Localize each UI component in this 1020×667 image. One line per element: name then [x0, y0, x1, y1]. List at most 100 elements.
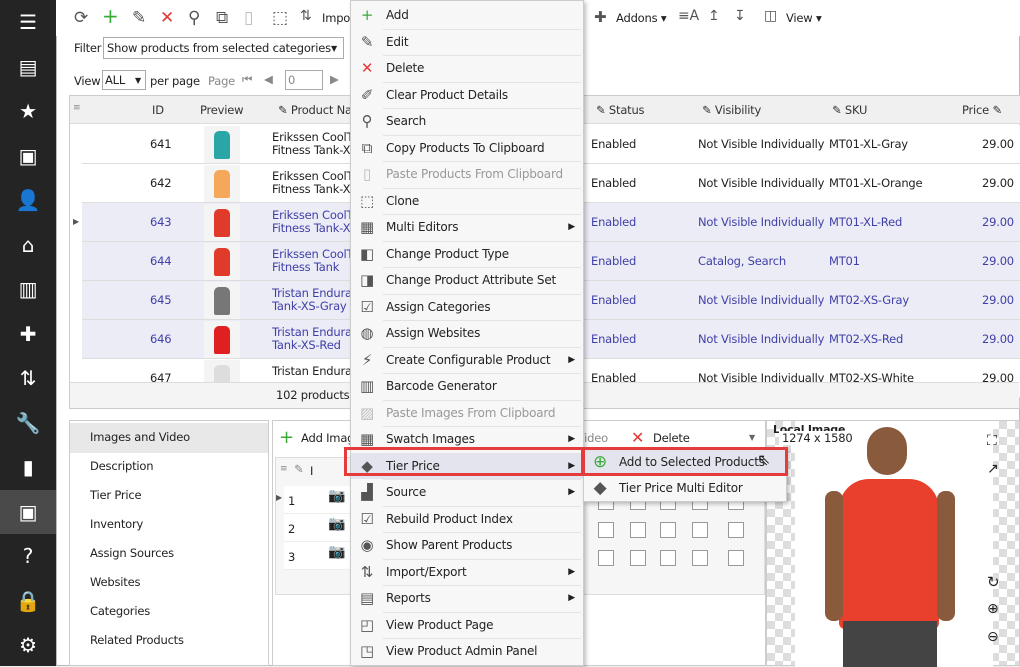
- column-price[interactable]: Price ✎: [962, 103, 1002, 117]
- slides-icon[interactable]: ▮: [14, 453, 42, 481]
- paste-icon[interactable]: ▯: [244, 8, 253, 28]
- menu-item-view-product-page[interactable]: ◰ View Product Page: [351, 612, 583, 638]
- details-item[interactable]: Assign Sources: [90, 546, 174, 560]
- archive-icon[interactable]: ▣: [14, 498, 42, 526]
- menu-item-change-product-attribute-set[interactable]: ◨ Change Product Attribute Set: [351, 267, 583, 293]
- role-checkbox[interactable]: [728, 550, 744, 566]
- delete-image-button[interactable]: Delete: [653, 431, 690, 445]
- house-icon[interactable]: ⌂: [14, 231, 42, 259]
- details-item[interactable]: Images and Video: [90, 430, 190, 444]
- menu-item-rebuild-product-index[interactable]: ☑ Rebuild Product Index: [351, 506, 583, 532]
- menu-item-reports[interactable]: ▤ Reports ▶: [351, 585, 583, 611]
- per-page-select[interactable]: ALL ▼: [102, 70, 146, 90]
- role-checkbox[interactable]: [630, 550, 646, 566]
- role-checkbox[interactable]: [692, 522, 708, 538]
- menu-item-copy-products-to-clipboard[interactable]: ⧉ Copy Products To Clipboard: [351, 135, 583, 161]
- menu-item-clear-product-details[interactable]: ✐ Clear Product Details: [351, 82, 583, 108]
- user-icon[interactable]: 👤: [14, 186, 42, 214]
- column-chooser-icon[interactable]: ≡: [73, 103, 81, 113]
- clone-icon: ⬚: [360, 191, 374, 210]
- menu-item-assign-categories[interactable]: ☑ Assign Categories: [351, 294, 583, 320]
- menu-item-paste-products-from-clipboard[interactable]: ▯ Paste Products From Clipboard: [351, 161, 583, 187]
- column-preview[interactable]: Preview: [200, 103, 244, 117]
- role-checkbox[interactable]: [630, 522, 646, 538]
- role-checkbox[interactable]: [598, 522, 614, 538]
- column-chooser-icon[interactable]: ≡: [280, 464, 288, 474]
- details-item[interactable]: Tier Price: [90, 488, 142, 502]
- star-icon[interactable]: ★: [14, 97, 42, 125]
- submenu-item[interactable]: ◆ Tier Price Multi Editor: [584, 475, 786, 501]
- add-icon[interactable]: +: [102, 4, 119, 28]
- role-checkbox[interactable]: [660, 550, 676, 566]
- sort-down-icon[interactable]: ↧: [734, 8, 746, 24]
- menu-item-import-export[interactable]: ⇅ Import/Export ▶: [351, 559, 583, 585]
- details-item[interactable]: Related Products: [90, 633, 184, 647]
- font-icon[interactable]: ≡A: [678, 8, 699, 24]
- role-checkbox[interactable]: [660, 522, 676, 538]
- column-status[interactable]: ✎ Status: [596, 103, 645, 117]
- menu-item-multi-editors[interactable]: ▦ Multi Editors ▶: [351, 214, 583, 240]
- add-image-button[interactable]: Add Imag: [301, 431, 354, 445]
- image-row[interactable]: 3 📷: [284, 542, 350, 570]
- menu-item-add[interactable]: + Add: [351, 2, 583, 28]
- search-icon[interactable]: ⚲: [188, 8, 200, 28]
- menu-item-clone[interactable]: ⬚ Clone: [351, 188, 583, 214]
- rotate-icon[interactable]: ↻: [987, 573, 1000, 591]
- menu-item-edit[interactable]: ✎ Edit: [351, 29, 583, 55]
- prev-page-icon[interactable]: ◀: [264, 72, 273, 86]
- menu-item-barcode-generator[interactable]: ▥ Barcode Generator: [351, 373, 583, 399]
- wrench-icon[interactable]: 🔧: [14, 409, 42, 437]
- menu-item-view-product-admin-panel[interactable]: ◳ View Product Admin Panel: [351, 638, 583, 664]
- role-checkbox[interactable]: [692, 550, 708, 566]
- menu-item-delete[interactable]: ✕ Delete: [351, 55, 583, 81]
- import-button[interactable]: Impo: [322, 11, 350, 25]
- sort-up-icon[interactable]: ↥: [708, 8, 720, 24]
- clone-icon[interactable]: ⬚: [272, 8, 288, 28]
- filter-select[interactable]: Show products from selected categories ▼: [103, 37, 344, 59]
- column-id[interactable]: ID: [152, 103, 164, 117]
- menu-item-assign-websites[interactable]: ◍ Assign Websites: [351, 320, 583, 346]
- next-page-icon[interactable]: ▶: [330, 72, 339, 86]
- puzzle-icon[interactable]: ✚: [14, 320, 42, 348]
- menu-item-show-parent-products[interactable]: ◉ Show Parent Products: [351, 532, 583, 558]
- column-sku[interactable]: ✎ SKU: [832, 103, 867, 117]
- lock-icon[interactable]: 🔒: [14, 587, 42, 615]
- menu-item-create-configurable-product[interactable]: ⚡ Create Configurable Product ▶: [351, 347, 583, 373]
- menu-item-paste-images-from-clipboard[interactable]: ▨ Paste Images From Clipboard: [351, 400, 583, 426]
- menu-item-source[interactable]: ▟ Source ▶: [351, 479, 583, 505]
- help-icon[interactable]: ?: [14, 542, 42, 570]
- view-button[interactable]: View ▾: [786, 11, 822, 25]
- menu-item-label: Paste Images From Clipboard: [386, 405, 556, 420]
- dropdown-chevron-icon[interactable]: ▼: [749, 433, 755, 442]
- open-external-icon[interactable]: ↗: [987, 461, 999, 477]
- zoom-out-icon[interactable]: ⊖: [987, 629, 999, 645]
- fit-icon[interactable]: ⛶: [987, 433, 997, 449]
- box-icon[interactable]: ▣: [14, 142, 42, 170]
- page-input[interactable]: 0: [285, 70, 323, 90]
- image-row[interactable]: 2 📷: [284, 514, 350, 542]
- details-item[interactable]: Websites: [90, 575, 140, 589]
- sort-icon[interactable]: ⇅: [14, 364, 42, 392]
- details-item[interactable]: Inventory: [90, 517, 143, 531]
- column-product-name[interactable]: ✎ Product Na: [278, 103, 352, 117]
- import-export-icon[interactable]: ⇅: [300, 8, 312, 24]
- details-item[interactable]: Categories: [90, 604, 150, 618]
- image-row[interactable]: 1 📷: [284, 486, 350, 514]
- delete-icon[interactable]: ✕: [160, 8, 174, 28]
- gear-icon[interactable]: ⚙: [14, 631, 42, 659]
- store-icon[interactable]: ▤: [14, 53, 42, 81]
- edit-icon[interactable]: ✎: [132, 8, 146, 28]
- column-visibility[interactable]: ✎ Visibility: [702, 103, 761, 117]
- menu-icon[interactable]: ☰: [14, 8, 42, 36]
- refresh-icon[interactable]: ⟳: [74, 8, 88, 28]
- role-checkbox[interactable]: [598, 550, 614, 566]
- copy-icon[interactable]: ⧉: [216, 8, 228, 28]
- zoom-in-icon[interactable]: ⊕: [987, 601, 999, 617]
- menu-item-search[interactable]: ⚲ Search: [351, 108, 583, 134]
- first-page-icon[interactable]: ⏮: [242, 72, 252, 87]
- addons-button[interactable]: Addons ▾: [616, 11, 667, 25]
- menu-item-change-product-type[interactable]: ◧ Change Product Type: [351, 241, 583, 267]
- chart-icon[interactable]: ▥: [14, 275, 42, 303]
- details-item[interactable]: Description: [90, 459, 153, 473]
- role-checkbox[interactable]: [728, 522, 744, 538]
